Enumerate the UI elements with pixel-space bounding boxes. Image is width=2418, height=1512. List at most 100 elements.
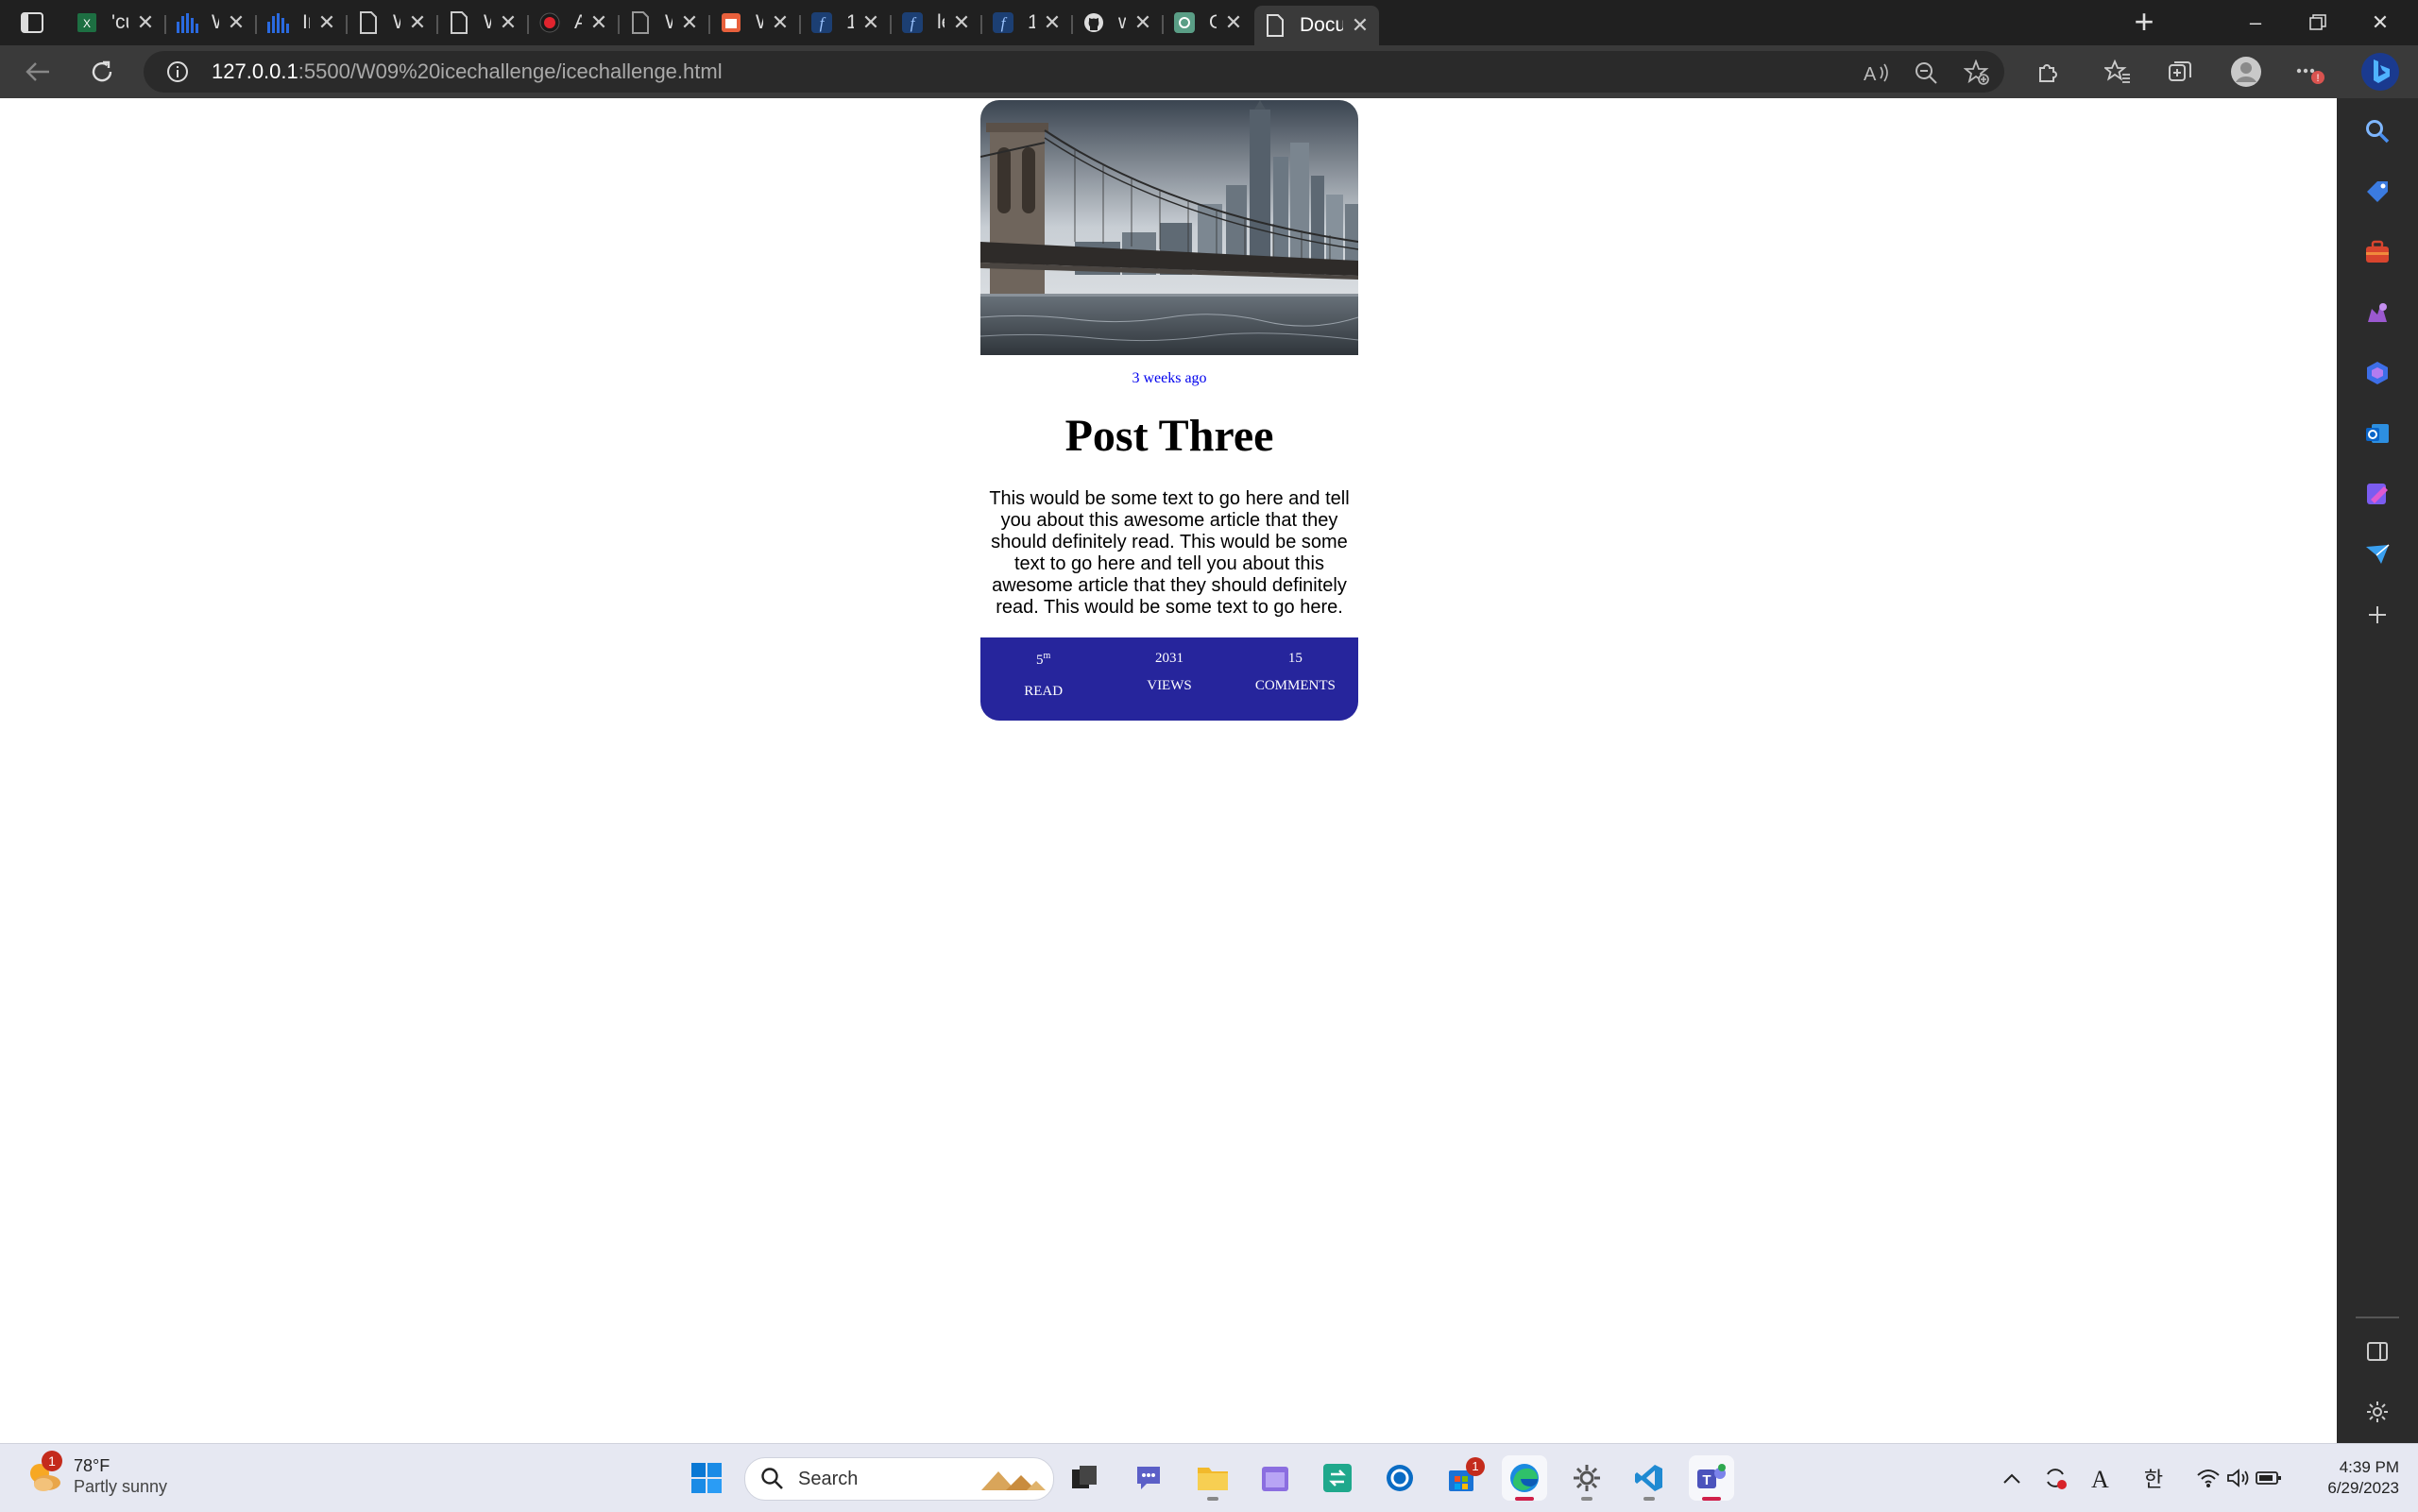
task-view-icon[interactable] — [1062, 1455, 1107, 1501]
browser-tab[interactable]: W09 - ( ✕ — [348, 6, 436, 40]
close-icon[interactable]: ✕ — [680, 10, 699, 35]
bing-chat-icon[interactable] — [2359, 51, 2401, 93]
close-icon[interactable]: ✕ — [952, 10, 971, 35]
svg-text:A: A — [2091, 1466, 2109, 1491]
edge-browser-icon[interactable] — [1502, 1455, 1547, 1501]
record-icon — [538, 11, 561, 34]
hide-sidebar-icon[interactable] — [2361, 1335, 2393, 1368]
volume-icon[interactable] — [2223, 1463, 2254, 1493]
stat-views-label: VIEWS — [1147, 678, 1192, 693]
taskbar-search[interactable]: Search — [744, 1457, 1054, 1501]
tab-title: 11 Tear — [846, 11, 854, 33]
document-icon — [1264, 14, 1286, 37]
tools-briefcase-icon[interactable] — [2361, 236, 2393, 268]
shopping-tag-icon[interactable] — [2361, 176, 2393, 208]
stat-comments-value: 15 — [1287, 651, 1303, 666]
close-icon[interactable]: ✕ — [136, 10, 155, 35]
close-icon[interactable]: ✕ — [861, 10, 880, 35]
cortana-circle-icon[interactable] — [1377, 1455, 1422, 1501]
favorites-icon[interactable] — [2101, 55, 2135, 89]
browser-tab[interactable]: f lesson ✕ — [892, 6, 980, 40]
tab-actions-icon[interactable] — [19, 11, 45, 34]
svg-text:T: T — [1702, 1472, 1711, 1488]
back-button[interactable] — [21, 55, 55, 89]
ime-font-icon[interactable]: A — [2086, 1463, 2116, 1493]
browser-tab[interactable]: Wirefra ✕ — [710, 6, 799, 40]
menu-alert-badge: ! — [2316, 73, 2319, 84]
site-info-icon[interactable] — [166, 60, 189, 83]
system-clock[interactable]: 4:39 PM 6/29/2023 — [2286, 1457, 2399, 1499]
calendar-app-icon[interactable] — [1252, 1455, 1298, 1501]
outlook-icon[interactable] — [2361, 417, 2393, 450]
edge-sidebar — [2337, 98, 2418, 1443]
close-icon[interactable]: ✕ — [1043, 10, 1062, 35]
extensions-icon[interactable] — [2031, 55, 2065, 89]
browser-tab[interactable]: Inbox ✕ — [257, 6, 346, 40]
designer-icon[interactable] — [2361, 478, 2393, 510]
browser-tab[interactable]: WDD 1 ✕ — [620, 6, 708, 40]
close-icon[interactable]: ✕ — [589, 10, 608, 35]
file-explorer-icon[interactable] — [1190, 1455, 1235, 1501]
ime-korean-indicator[interactable]: 한 — [2138, 1463, 2169, 1493]
profile-avatar[interactable] — [2229, 55, 2263, 89]
wifi-icon[interactable] — [2193, 1463, 2223, 1493]
stat-comments: 15 COMMENTS — [1233, 637, 1358, 721]
close-window-button[interactable]: ✕ — [2363, 6, 2397, 40]
send-drop-icon[interactable] — [2361, 538, 2393, 570]
teams-chat-icon[interactable] — [1126, 1455, 1171, 1501]
weather-widget[interactable]: 1 78°F Partly sunny — [25, 1451, 168, 1497]
read-aloud-icon[interactable]: A — [1863, 59, 1891, 87]
browser-tab[interactable]: wdd130 ✕ — [1073, 6, 1162, 40]
close-icon[interactable]: ✕ — [1133, 10, 1152, 35]
new-tab-button[interactable]: + — [2127, 5, 2161, 40]
microsoft-store-icon[interactable]: 1 — [1439, 1455, 1485, 1501]
sync-app-icon[interactable] — [1315, 1455, 1360, 1501]
browser-tab[interactable]: Opcod ✕ — [1164, 6, 1252, 40]
browser-tab[interactable]: f 11 Tear ✕ — [801, 6, 890, 40]
weather-condition: Partly sunny — [74, 1477, 168, 1496]
close-icon[interactable]: ✕ — [408, 10, 427, 35]
minimize-button[interactable]: – — [2239, 6, 2273, 40]
tab-title: Wirefra — [756, 11, 763, 34]
tab-title: Averag — [574, 11, 582, 33]
restore-button[interactable] — [2301, 6, 2335, 40]
settings-menu-icon[interactable]: ! — [2293, 55, 2327, 89]
spreadsheet-icon: X — [76, 11, 98, 34]
collections-icon[interactable] — [2163, 55, 2197, 89]
browser-tab[interactable]: W09 - (✕ — [166, 6, 255, 40]
browser-tab[interactable]: f 11 Prep ✕ — [982, 6, 1071, 40]
close-icon[interactable]: ✕ — [1351, 13, 1370, 38]
browser-tab[interactable]: WDD 1 ✕ — [438, 6, 527, 40]
svg-text:X: X — [83, 17, 91, 30]
search-icon[interactable] — [2361, 115, 2393, 147]
browser-tab[interactable]: Docum ✕ — [1254, 6, 1379, 45]
tab-title: W09 - ( — [393, 11, 400, 34]
start-button[interactable] — [684, 1455, 729, 1501]
refresh-button[interactable] — [85, 55, 119, 89]
teams-icon[interactable]: T — [1689, 1455, 1734, 1501]
close-icon[interactable]: ✕ — [317, 10, 336, 35]
sidebar-settings-icon[interactable] — [2361, 1396, 2393, 1428]
document-icon — [448, 11, 470, 34]
settings-gear-icon[interactable] — [1564, 1455, 1609, 1501]
battery-icon[interactable] — [2254, 1463, 2284, 1493]
microsoft-365-icon[interactable] — [2361, 357, 2393, 389]
zoom-out-icon[interactable] — [1912, 59, 1940, 87]
show-hidden-icons-chevron-icon[interactable] — [1997, 1463, 2027, 1493]
browser-tab[interactable]: Averag ✕ — [529, 6, 618, 40]
vscode-icon[interactable] — [1626, 1455, 1672, 1501]
tab-title: WDD 1 — [484, 11, 491, 34]
add-sidebar-app-icon[interactable] — [2361, 599, 2393, 631]
bars-icon — [266, 11, 289, 34]
close-icon[interactable]: ✕ — [1224, 10, 1243, 35]
tab-strip: X'curatio✕W09 - (✕Inbox✕W09 - (✕WDD 1✕Av… — [0, 0, 2418, 45]
address-bar[interactable]: 127.0.0.1:5500/W09%20icechallenge/icecha… — [144, 51, 2004, 93]
browser-tab[interactable]: X 'curatio ✕ — [66, 6, 164, 40]
sync-alert-icon[interactable] — [2040, 1463, 2070, 1493]
close-icon[interactable]: ✕ — [499, 10, 518, 35]
add-favorite-icon[interactable] — [1963, 59, 1991, 87]
close-icon[interactable]: ✕ — [227, 10, 246, 35]
post-title: Post Three — [1064, 411, 1274, 461]
games-icon[interactable] — [2361, 297, 2393, 329]
close-icon[interactable]: ✕ — [771, 10, 790, 35]
